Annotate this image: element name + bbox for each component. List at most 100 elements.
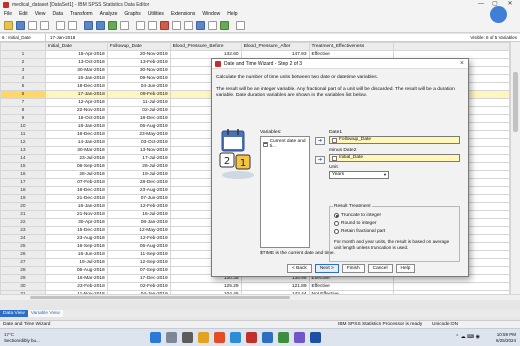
row-number[interactable]: 3: [0, 66, 46, 75]
data-cell[interactable]: 16-Dec-2018: [44, 130, 108, 139]
data-cell[interactable]: 16-Mar-2018: [44, 274, 108, 283]
empty-cell[interactable]: [393, 282, 510, 291]
row-number[interactable]: 9: [0, 114, 46, 123]
save-icon[interactable]: [16, 20, 25, 30]
data-cell[interactable]: 16-Oct-2018: [44, 114, 108, 123]
data-cell[interactable]: 26-Jul-2019: [106, 162, 171, 171]
clock[interactable]: 10:59 PM 6/25/2024: [496, 332, 516, 343]
start-icon[interactable]: [150, 332, 161, 343]
tab-data-view[interactable]: Data View: [0, 310, 28, 317]
row-number[interactable]: 14: [0, 154, 46, 163]
data-cell[interactable]: 14-Jan-2018: [44, 138, 108, 147]
data-cell[interactable]: 22-Nov-2018: [44, 106, 108, 115]
horizontal-scroll-thumb[interactable]: [30, 296, 290, 299]
back-button[interactable]: < Back: [287, 264, 312, 273]
radio-truncate[interactable]: Truncate to integer: [334, 213, 381, 218]
data-cell[interactable]: 18-Jan-2018: [44, 122, 108, 131]
variable-item-current-date[interactable]: Current date and ti...: [261, 137, 309, 151]
recall-dialog-icon[interactable]: [40, 20, 49, 30]
horizontal-scrollbar[interactable]: [0, 294, 520, 300]
data-cell[interactable]: Effective: [308, 282, 395, 291]
vertical-scroll-thumb[interactable]: [513, 72, 518, 132]
data-cell[interactable]: 15-Apr-2018: [44, 50, 108, 59]
row-number[interactable]: 10: [0, 122, 46, 131]
data-cell[interactable]: 12-Sep-2019: [106, 258, 171, 267]
row-number[interactable]: 5: [0, 82, 46, 91]
insert-cases-icon[interactable]: [136, 20, 145, 30]
data-cell[interactable]: 06-Sep-2018: [44, 162, 108, 171]
row-number[interactable]: 24: [0, 234, 46, 243]
data-cell[interactable]: 16-Jan-2018: [44, 202, 108, 211]
data-cell[interactable]: 11-Sep-2019: [106, 250, 171, 259]
outlook-icon[interactable]: [310, 332, 321, 343]
menu-edit[interactable]: Edit: [19, 11, 28, 17]
data-cell[interactable]: 17-Dec-2019: [106, 274, 171, 283]
data-cell[interactable]: 07-Jun-2019: [106, 194, 171, 203]
data-cell[interactable]: 06-Aug-2019: [106, 122, 171, 131]
cell-value-input[interactable]: 17-Jan-2018: [46, 35, 75, 40]
dialog-close-icon[interactable]: ×: [460, 60, 464, 67]
open-icon[interactable]: [4, 20, 13, 30]
menu-window[interactable]: Window: [202, 11, 220, 17]
row-number[interactable]: 30: [0, 282, 46, 291]
cancel-button[interactable]: Cancel: [367, 264, 393, 273]
row-number[interactable]: 7: [0, 98, 46, 107]
radio-button[interactable]: [334, 221, 339, 226]
row-number[interactable]: 12: [0, 138, 46, 147]
teams-icon[interactable]: [294, 332, 305, 343]
goto-variable-icon[interactable]: [96, 20, 105, 30]
undo-icon[interactable]: [56, 20, 65, 30]
row-number[interactable]: 26: [0, 250, 46, 259]
data-cell[interactable]: 28-Dec-2019: [106, 178, 171, 187]
move-to-date1-button[interactable]: ➜: [315, 137, 325, 145]
search-icon[interactable]: [236, 20, 245, 30]
data-cell[interactable]: 17-Jan-2018: [44, 90, 108, 99]
help-button[interactable]: Help: [395, 264, 416, 273]
row-number[interactable]: 15: [0, 162, 46, 171]
word-icon[interactable]: [262, 332, 273, 343]
radio-button[interactable]: [334, 229, 339, 234]
column-header-bp-before[interactable]: Blood_Pressure_Before: [169, 42, 242, 51]
goto-case-icon[interactable]: [84, 20, 93, 30]
data-cell[interactable]: 23-Jul-2018: [44, 154, 108, 163]
menu-analyze[interactable]: Analyze: [100, 11, 118, 17]
data-cell[interactable]: 121.89: [240, 282, 310, 291]
data-cell[interactable]: 12-Feb-2019: [106, 234, 171, 243]
data-cell[interactable]: 16-Jun-2018: [44, 250, 108, 259]
row-number[interactable]: 13: [0, 146, 46, 155]
value-labels-icon[interactable]: [196, 20, 205, 30]
next-button[interactable]: Next >: [314, 264, 339, 273]
data-cell[interactable]: 13-Oct-2018: [44, 58, 108, 67]
tab-variable-view[interactable]: Variable View: [27, 310, 63, 317]
row-number[interactable]: 2: [0, 58, 46, 67]
radio-retain-fraction[interactable]: Retain fractional part: [334, 229, 385, 234]
data-cell[interactable]: 09-Nov-2019: [106, 74, 171, 83]
date1-field[interactable]: Followup_Date: [329, 136, 460, 144]
move-to-date2-button[interactable]: ➜: [315, 156, 325, 164]
data-cell[interactable]: 18-Dec-2018: [44, 82, 108, 91]
row-number[interactable]: 22: [0, 218, 46, 227]
row-number[interactable]: 11: [0, 130, 46, 139]
user-avatar[interactable]: [490, 6, 507, 23]
row-number[interactable]: 29: [0, 274, 46, 283]
data-cell[interactable]: 12-Feb-2019: [106, 202, 171, 211]
insert-variable-icon[interactable]: [148, 20, 157, 30]
weight-cases-icon[interactable]: [172, 20, 181, 30]
row-number[interactable]: 20: [0, 202, 46, 211]
data-cell[interactable]: 17-Jul-2019: [106, 154, 171, 163]
data-cell[interactable]: 12-Apr-2018: [44, 98, 108, 107]
menu-help[interactable]: Help: [227, 11, 237, 17]
data-cell[interactable]: 07-Feb-2018: [44, 178, 108, 187]
data-cell[interactable]: 03-Oct-2019: [106, 138, 171, 147]
row-number[interactable]: 16: [0, 170, 46, 179]
data-cell[interactable]: 06-Aug-2019: [106, 242, 171, 251]
menu-file[interactable]: File: [4, 11, 12, 17]
data-cell[interactable]: 23-Feb-2018: [44, 282, 108, 291]
data-cell[interactable]: 12-May-2019: [106, 226, 171, 235]
spss-taskbar-icon[interactable]: [246, 332, 257, 343]
spelling-icon[interactable]: [220, 20, 229, 30]
split-file-icon[interactable]: [160, 20, 169, 30]
menu-view[interactable]: View: [35, 11, 46, 17]
column-header-initial-date[interactable]: Initial_Date: [44, 42, 108, 51]
data-cell[interactable]: 13-Nov-2019: [106, 146, 171, 155]
